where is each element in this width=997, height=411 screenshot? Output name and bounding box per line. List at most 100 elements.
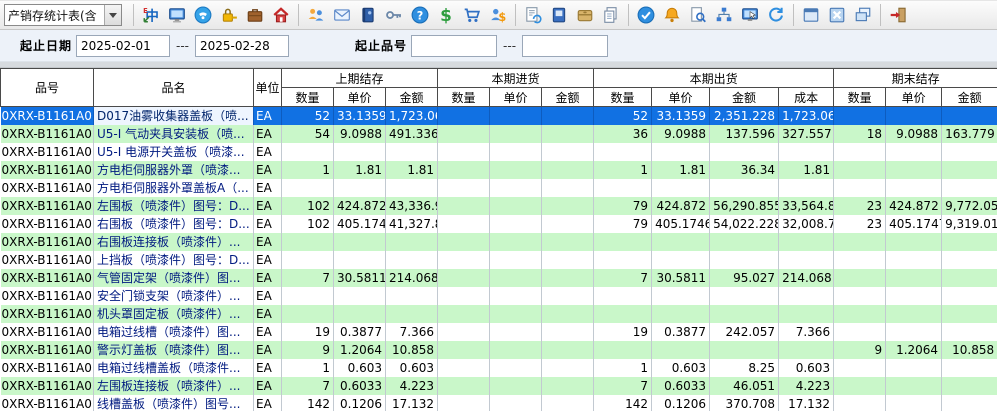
cell-prev-1[interactable]: 33.1359 — [334, 107, 386, 125]
cell-prev-2[interactable]: 7.366 — [386, 323, 438, 341]
cell-in-1[interactable] — [490, 161, 542, 179]
cell-prev-1[interactable]: 30.5811 — [334, 269, 386, 287]
cell-out-2[interactable]: 46.051 — [710, 377, 779, 395]
cell-item-name[interactable]: 线槽盖板（喷漆件）图号... — [94, 395, 254, 411]
cell-out-0[interactable]: 79 — [594, 215, 652, 233]
cell-prev-2[interactable] — [386, 305, 438, 323]
cell-in-1[interactable] — [490, 251, 542, 269]
cell-in-1[interactable] — [490, 215, 542, 233]
cell-out-1[interactable]: 0.6033 — [652, 377, 710, 395]
cell-in-0[interactable] — [438, 269, 490, 287]
cell-out-2[interactable] — [710, 251, 779, 269]
table-row[interactable]: 0XRX-B1161A0...安全门锁支架（喷漆件）...EA — [1, 287, 997, 305]
cell-end-2[interactable] — [942, 107, 997, 125]
cell-prev-2[interactable] — [386, 287, 438, 305]
cell-prev-0[interactable]: 19 — [282, 323, 334, 341]
chevron-down-icon[interactable] — [104, 5, 121, 25]
cell-prev-1[interactable]: 424.872 — [334, 197, 386, 215]
col-header-out-cost[interactable]: 成本 — [779, 88, 834, 107]
cell-end-0[interactable] — [834, 107, 886, 125]
cell-prev-1[interactable] — [334, 305, 386, 323]
cell-prev-2[interactable]: 491.336 — [386, 125, 438, 143]
cell-item-name[interactable]: 方电柜伺服器外罩（喷漆... — [94, 161, 254, 179]
cell-out-2[interactable] — [710, 233, 779, 251]
cell-item-name[interactable]: 右围板（喷漆件）图号：D... — [94, 215, 254, 233]
cell-end-0[interactable]: 23 — [834, 197, 886, 215]
cell-out-1[interactable]: 9.0988 — [652, 125, 710, 143]
cell-out-1[interactable]: 0.1206 — [652, 395, 710, 411]
cell-out-0[interactable]: 142 — [594, 395, 652, 411]
col-header-prev-qty[interactable]: 数量 — [282, 88, 334, 107]
cell-prev-2[interactable] — [386, 233, 438, 251]
cell-unit[interactable]: EA — [254, 125, 282, 143]
cell-end-2[interactable] — [942, 233, 997, 251]
table-row[interactable]: 0XRX-B1161A0...D017油雾收集器盖板（喷...EA5233.13… — [1, 107, 997, 125]
cell-out-0[interactable]: 7 — [594, 377, 652, 395]
cell-prev-2[interactable]: 17.132 — [386, 395, 438, 411]
cell-out-0[interactable] — [594, 233, 652, 251]
cell-out-3[interactable]: 33,564.89 — [779, 197, 834, 215]
cell-item-name[interactable]: 左围板（喷漆件）图号：D... — [94, 197, 254, 215]
cell-end-2[interactable] — [942, 359, 997, 377]
cell-prev-0[interactable] — [282, 287, 334, 305]
cell-prev-2[interactable] — [386, 251, 438, 269]
cell-end-1[interactable]: 424.872 — [886, 197, 942, 215]
copy-icon[interactable] — [601, 5, 621, 25]
table-row[interactable]: 0XRX-B1161A0...气管固定架（喷漆件）图...EA730.58112… — [1, 269, 997, 287]
cell-end-1[interactable] — [886, 143, 942, 161]
cell-end-2[interactable]: 10.858 — [942, 341, 997, 359]
cell-prev-0[interactable] — [282, 233, 334, 251]
cell-prev-1[interactable] — [334, 233, 386, 251]
cell-prev-1[interactable] — [334, 287, 386, 305]
cell-out-0[interactable]: 1 — [594, 161, 652, 179]
cell-prev-0[interactable] — [282, 305, 334, 323]
cell-unit[interactable]: EA — [254, 287, 282, 305]
cell-out-2[interactable]: 242.057 — [710, 323, 779, 341]
cell-out-2[interactable] — [710, 305, 779, 323]
table-row[interactable]: 0XRX-B1161A0...警示灯盖板（喷漆件）图...EA91.206410… — [1, 341, 997, 359]
cell-unit[interactable]: EA — [254, 215, 282, 233]
cell-item-name[interactable]: 方电柜伺服器外罩盖板A（... — [94, 179, 254, 197]
cell-out-2[interactable]: 54,022.228 — [710, 215, 779, 233]
col-header-out-qty[interactable]: 数量 — [594, 88, 652, 107]
cell-prev-1[interactable]: 0.3877 — [334, 323, 386, 341]
cell-in-0[interactable] — [438, 251, 490, 269]
help-icon[interactable]: ? — [410, 5, 430, 25]
cell-out-0[interactable]: 36 — [594, 125, 652, 143]
item-to-input[interactable] — [522, 35, 608, 57]
cell-item-no[interactable]: 0XRX-B1161A0... — [1, 287, 94, 305]
cell-end-1[interactable]: 9.0988 — [886, 125, 942, 143]
col-header-prev-price[interactable]: 单价 — [334, 88, 386, 107]
cell-out-1[interactable] — [652, 179, 710, 197]
cell-out-2[interactable]: 370.708 — [710, 395, 779, 411]
home-icon[interactable] — [271, 5, 291, 25]
table-row[interactable]: 0XRX-B1161A0...电箱过线槽盖板（喷漆件...EA10.6030.6… — [1, 359, 997, 377]
cell-end-0[interactable]: 9 — [834, 341, 886, 359]
cell-item-no[interactable]: 0XRX-B1161A0... — [1, 233, 94, 251]
cell-prev-2[interactable] — [386, 179, 438, 197]
cell-in-1[interactable] — [490, 287, 542, 305]
cell-in-2[interactable] — [542, 107, 594, 125]
col-header-item-name[interactable]: 品名 — [94, 69, 254, 107]
cell-out-3[interactable] — [779, 251, 834, 269]
exit-icon[interactable] — [888, 5, 908, 25]
cell-prev-0[interactable] — [282, 179, 334, 197]
cell-item-no[interactable]: 0XRX-B1161A0... — [1, 377, 94, 395]
cell-prev-2[interactable]: 1.81 — [386, 161, 438, 179]
cell-out-3[interactable]: 32,008.797 — [779, 215, 834, 233]
cell-in-0[interactable] — [438, 341, 490, 359]
cell-out-2[interactable] — [710, 179, 779, 197]
cell-out-1[interactable]: 424.872 — [652, 197, 710, 215]
cell-out-0[interactable]: 19 — [594, 323, 652, 341]
ledger-icon[interactable] — [549, 5, 569, 25]
cell-in-0[interactable] — [438, 233, 490, 251]
cell-item-name[interactable]: U5-I 电源开关盖板（喷漆... — [94, 143, 254, 161]
cell-out-3[interactable]: 1.81 — [779, 161, 834, 179]
refresh-icon[interactable] — [766, 5, 786, 25]
cell-item-no[interactable]: 0XRX-B1161A0... — [1, 251, 94, 269]
cell-end-0[interactable] — [834, 161, 886, 179]
key-icon[interactable] — [384, 5, 404, 25]
cell-out-0[interactable]: 7 — [594, 269, 652, 287]
cell-in-1[interactable] — [490, 197, 542, 215]
cell-in-2[interactable] — [542, 377, 594, 395]
